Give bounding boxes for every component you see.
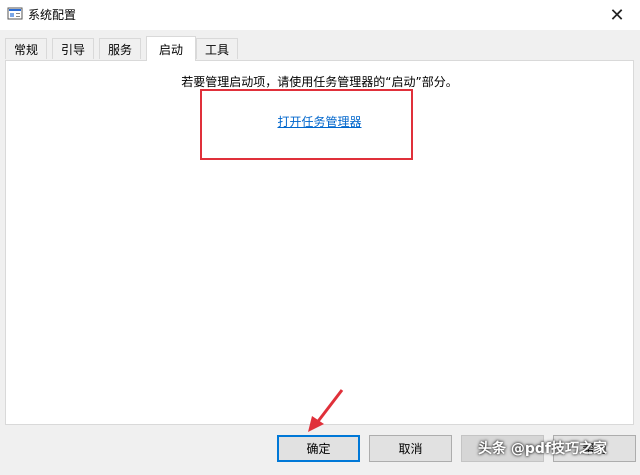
open-task-manager-link[interactable]: 打开任务管理器 [6,113,633,130]
watermark-text: 头条 @pdf技巧之家 [478,441,608,457]
startup-tab-panel: 若要管理启动项，请使用任务管理器的“启动”部分。 打开任务管理器 [5,60,634,425]
tab-general[interactable]: 常规 [5,38,47,59]
startup-description: 若要管理启动项，请使用任务管理器的“启动”部分。 [181,75,458,89]
msconfig-app-icon [7,7,23,20]
ok-button[interactable]: 确定 [277,435,360,462]
cancel-button[interactable]: 取消 [369,435,452,462]
title-bar: 系统配置 ✕ [0,0,640,30]
tab-services[interactable]: 服务 [99,38,141,59]
tab-startup[interactable]: 启动 [146,36,196,61]
close-button[interactable]: ✕ [594,0,640,30]
tab-boot[interactable]: 引导 [52,38,94,59]
close-icon: ✕ [609,4,625,26]
tab-tools[interactable]: 工具 [196,38,238,59]
window-title: 系统配置 [28,8,77,22]
